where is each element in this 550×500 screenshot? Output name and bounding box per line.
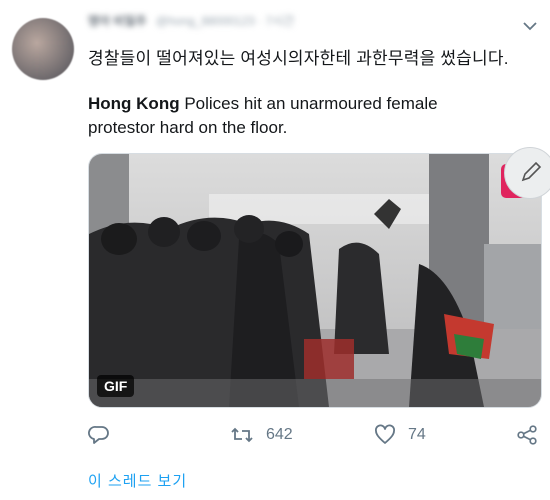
gif-badge: GIF	[97, 375, 135, 397]
like-count: 74	[408, 426, 426, 443]
tweet-actions: 642 74	[88, 424, 540, 454]
retweet-button[interactable]: 642	[230, 424, 293, 446]
chevron-down-icon[interactable]	[522, 20, 538, 32]
reply-icon	[88, 426, 109, 444]
tweet-text-korean: 경찰들이 떨어져있는 여성시의자한테 과한무력을 썼습니다.	[88, 49, 509, 68]
share-icon	[517, 425, 537, 445]
retweet-icon	[231, 427, 253, 443]
hong-kong-bold: Hong Kong	[88, 94, 180, 113]
media-scene	[89, 154, 541, 407]
tweet-text-english: Hong Kong Polices hit an unarmoured fema…	[88, 92, 508, 140]
author-name[interactable]: 명아 비밀주	[88, 14, 147, 28]
author-info[interactable]: 명아 비밀주 @hong_88000123 · 7시간	[88, 12, 348, 30]
avatar[interactable]	[12, 18, 74, 80]
edit-icon[interactable]	[504, 147, 550, 199]
retweet-count: 642	[266, 426, 293, 443]
like-button[interactable]: 74	[374, 424, 426, 446]
heart-icon	[375, 424, 395, 444]
share-button[interactable]	[516, 424, 538, 446]
reply-button[interactable]	[88, 424, 110, 446]
gif-media[interactable]: GIF	[88, 153, 542, 408]
author-handle: @hong_88000123 · 7시간	[155, 14, 295, 28]
show-thread-link[interactable]: 이 스레드 보기	[88, 470, 187, 491]
